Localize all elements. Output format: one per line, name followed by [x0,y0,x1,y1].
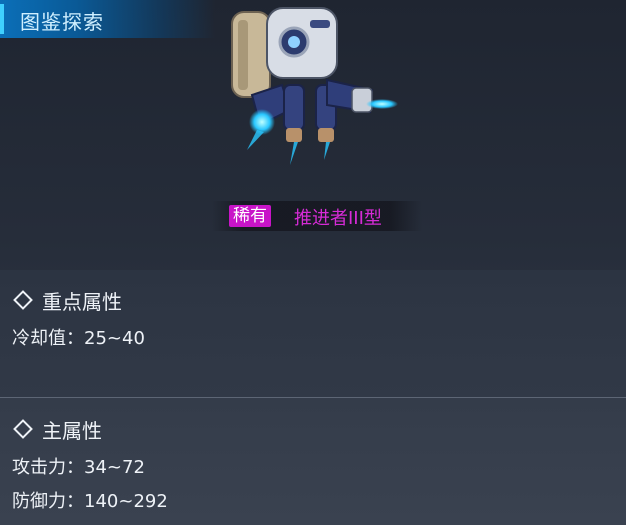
page-title: 图鉴探索 [20,10,104,34]
item-illustration [212,0,412,175]
key-attributes-title: 重点属性 [42,290,122,314]
main-attributes-title: 主属性 [42,419,102,443]
attribute-row: 攻击力：34~72 [12,457,145,478]
main-attributes-header: 主属性 [13,415,102,444]
attribute-row: 防御力：140~292 [12,491,168,512]
main-attributes-section: 主属性 攻击力：34~72 防御力：140~292 [0,398,626,525]
diamond-icon [13,290,33,310]
attribute-row: 冷却值：25~40 [12,328,145,349]
diamond-icon [13,419,33,439]
item-name: 推进者III型 [294,208,382,229]
title-bar: 图鉴探索 [0,0,215,38]
item-title-row: 稀有 推进者III型 [212,201,422,231]
key-attributes-section: 重点属性 冷却值：25~40 [0,270,626,398]
key-attributes-header: 重点属性 [13,286,122,315]
rarity-badge: 稀有 [229,205,271,227]
title-accent [0,4,4,34]
